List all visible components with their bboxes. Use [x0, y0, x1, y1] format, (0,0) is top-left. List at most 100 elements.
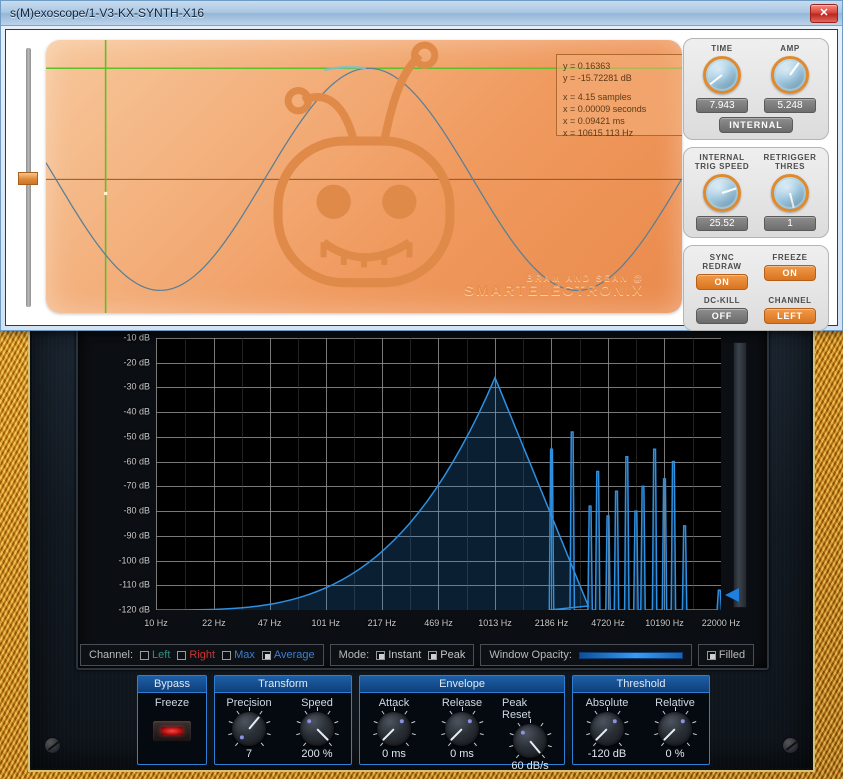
knob-dial[interactable] — [585, 707, 629, 747]
y-tick-label: -10 dB — [123, 332, 150, 343]
control-group-body: Freeze — [138, 693, 206, 764]
checkbox-icon — [140, 650, 150, 660]
knob-tick — [326, 710, 331, 715]
checkbox-icon — [261, 650, 271, 660]
scope-display[interactable]: y = 0.16363 y = -15.72281 dB x = 4.15 sa… — [46, 40, 682, 313]
checkbox-channel-left[interactable]: Left — [140, 649, 170, 661]
checkbox-channel-right[interactable]: Right — [177, 649, 215, 661]
y-tick-label: -90 dB — [123, 530, 150, 541]
knob-indicator — [520, 730, 525, 735]
knob-tick — [508, 745, 513, 748]
knob-tick — [661, 710, 666, 715]
knob-tick — [529, 719, 531, 723]
range-marker-icon[interactable] — [725, 588, 739, 602]
knob-tick — [296, 721, 301, 724]
knob-tick — [616, 710, 621, 715]
knob-tick — [333, 721, 338, 724]
scope-toggle-dckill: DC-KILL OFF — [689, 296, 755, 324]
checkbox-filled[interactable]: Filled — [706, 649, 745, 661]
scope-knob[interactable] — [703, 174, 741, 212]
scope-toggle-button[interactable]: ON — [696, 274, 748, 290]
knob-dial[interactable] — [508, 719, 552, 759]
trigger-mode-button[interactable]: INTERNAL — [719, 117, 793, 133]
scope-param-value[interactable]: 1 — [764, 216, 816, 231]
scope-toggle-button[interactable]: LEFT — [764, 308, 816, 324]
scope-toggle-button[interactable]: OFF — [696, 308, 748, 324]
scope-toggle-button[interactable]: ON — [764, 265, 816, 281]
param-precision: Precision 7 — [221, 697, 277, 762]
knob-tick — [592, 742, 596, 747]
robot-mascot-icon — [273, 41, 455, 288]
close-icon[interactable]: ✕ — [810, 4, 838, 23]
scope-toggle-group: SYNC REDRAW ON FREEZE ON DC-KILL OFF CHANNEL LE… — [683, 245, 829, 331]
knob-tick — [447, 742, 451, 747]
knob-indicator — [612, 719, 617, 724]
knob-tick — [379, 742, 383, 747]
y-tick-label: -50 dB — [123, 431, 150, 442]
knob-tick — [302, 742, 306, 747]
knob-tick — [461, 707, 463, 711]
param-absolute: Absolute -120 dB — [579, 697, 635, 762]
scope-param-value[interactable]: 25.52 — [696, 216, 748, 231]
x-tick-label: 1013 Hz — [478, 618, 512, 628]
knob-tick — [660, 742, 664, 747]
y-tick-label: -30 dB — [123, 381, 150, 392]
knob-dial[interactable] — [295, 707, 339, 747]
knob-dial[interactable] — [653, 707, 697, 747]
scope-param-amp: AMP 5.248 — [757, 44, 823, 113]
parameter-panel: Bypass Freeze Transform Precision 7 Speed 200 … — [137, 675, 717, 772]
knob-tick — [227, 733, 232, 736]
knob-tick — [684, 710, 689, 715]
checkbox-channel-average[interactable]: Average — [261, 649, 315, 661]
checkbox-channel-max[interactable]: Max — [222, 649, 255, 661]
checkbox-mode-peak[interactable]: Peak — [428, 649, 465, 661]
scope-toggle-label: SYNC REDRAW — [702, 253, 742, 271]
graph-area: -10 dB -20 dB -30 dB -40 dB -50 dB -60 dB -70 … — [80, 330, 765, 638]
knob-tick — [334, 733, 339, 736]
knob-tick — [295, 733, 300, 736]
knob-tick — [260, 742, 264, 747]
scope-param-label: RETRIGGER THRES — [763, 153, 817, 171]
scope-toggle-label: DC-KILL — [703, 296, 741, 305]
scope-knob[interactable] — [771, 174, 809, 212]
knob-tick — [248, 707, 250, 711]
knob-dial[interactable] — [372, 707, 416, 747]
x-tick-label: 22000 Hz — [701, 618, 741, 628]
knob-tick — [448, 710, 453, 715]
param-freeze: Freeze — [144, 697, 200, 762]
y-axis-labels: -10 dB -20 dB -30 dB -40 dB -50 dB -60 dB -70 … — [80, 333, 154, 614]
scope-param-value[interactable]: 5.248 — [764, 98, 816, 113]
graph-scrollbar[interactable] — [733, 342, 747, 608]
knob-tick — [266, 733, 271, 736]
slider-handle[interactable] — [18, 172, 38, 185]
spectrum-plot[interactable] — [156, 338, 721, 610]
knob-tick — [674, 707, 676, 711]
scope-toggle-label: FREEZE — [772, 253, 808, 262]
knob-indicator — [680, 719, 685, 724]
checkbox-mode-instant[interactable]: Instant — [376, 649, 421, 661]
knob-tick — [547, 745, 552, 748]
window-opacity-slider[interactable] — [578, 651, 683, 659]
x-tick-label: 10 Hz — [144, 618, 168, 628]
scope-knob-group-trigger: INTERNAL TRIG SPEED 25.52 RETRIGGER THRES 1 — [683, 147, 829, 238]
knob-shading — [708, 61, 736, 89]
knob-tick — [478, 721, 483, 724]
knob-indicator — [239, 735, 244, 740]
knob-dial[interactable] — [227, 707, 271, 747]
scope-knob[interactable] — [703, 56, 741, 94]
x-tick-label: 469 Hz — [424, 618, 453, 628]
freeze-button[interactable] — [152, 720, 192, 742]
scope-param-label: INTERNAL TRIG SPEED — [694, 153, 750, 171]
scope-knob[interactable] — [771, 56, 809, 94]
x-tick-label: 22 Hz — [202, 618, 226, 628]
knob-tick — [516, 722, 521, 727]
vertical-zoom-slider[interactable] — [16, 40, 40, 315]
window-titlebar[interactable]: s(M)exoscope/1-V3-KX-SYNTH-X16 ✕ — [1, 1, 842, 26]
knob-tick — [228, 721, 233, 724]
knob-tick — [686, 742, 690, 747]
x-tick-label: 47 Hz — [257, 618, 282, 628]
knob-dial[interactable] — [440, 707, 484, 747]
knob-indicator — [399, 719, 404, 724]
options-bar: Channel: Left Right Max Average Mode: Insta… — [80, 644, 765, 666]
scope-param-value[interactable]: 7.943 — [696, 98, 748, 113]
